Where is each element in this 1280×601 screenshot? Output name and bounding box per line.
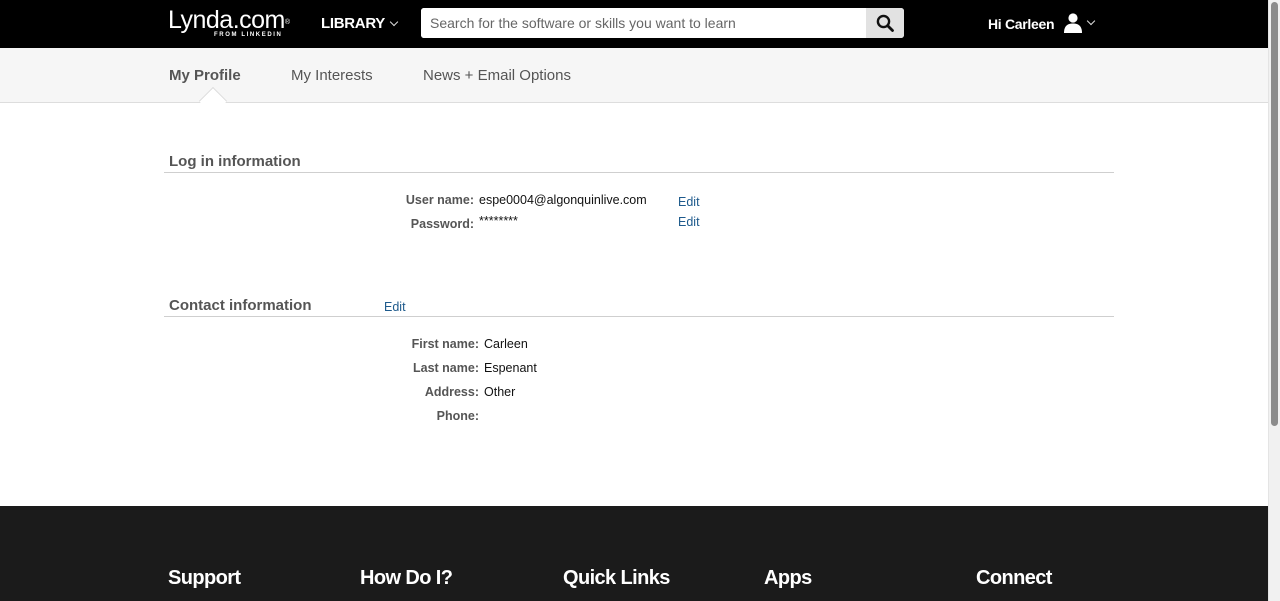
login-section-title: Log in information <box>169 153 301 170</box>
search-input[interactable] <box>421 8 866 38</box>
footer-heading-how-do-i[interactable]: How Do I? <box>360 567 453 590</box>
first-name-value: Carleen <box>484 337 528 351</box>
username-label: User name: <box>405 193 474 207</box>
section-divider <box>164 172 1114 173</box>
phone-label: Phone: <box>436 409 479 423</box>
edit-username-link[interactable]: Edit <box>678 195 700 209</box>
tab-news-email-options[interactable]: News + Email Options <box>423 67 571 84</box>
last-name-value: Espenant <box>484 361 537 375</box>
registered-mark: ® <box>284 19 290 26</box>
search-button[interactable] <box>866 8 904 38</box>
logo-text: Lynda.com <box>168 6 285 34</box>
contact-section-title: Contact information <box>169 297 312 314</box>
scrollbar-thumb[interactable] <box>1271 2 1278 426</box>
user-greeting[interactable]: Hi Carleen <box>988 16 1055 32</box>
edit-contact-link[interactable]: Edit <box>384 300 406 314</box>
profile-tabs: My Profile My Interests News + Email Opt… <box>0 48 1268 103</box>
user-account-menu[interactable] <box>1062 12 1096 34</box>
edit-password-link[interactable]: Edit <box>678 215 700 229</box>
address-value: Other <box>484 385 516 399</box>
password-value: ******** <box>479 214 518 228</box>
password-label: Password: <box>410 217 474 231</box>
footer-heading-quick-links[interactable]: Quick Links <box>563 567 670 590</box>
library-label: LIBRARY <box>321 15 386 32</box>
section-divider <box>164 316 1114 317</box>
last-name-label: Last name: <box>413 361 479 375</box>
logo-subtitle: FROM LINKEDIN <box>214 32 283 38</box>
chevron-down-icon <box>1086 16 1096 26</box>
footer-heading-connect[interactable]: Connect <box>976 567 1052 590</box>
footer-heading-support[interactable]: Support <box>168 567 241 590</box>
library-menu-button[interactable]: LIBRARY <box>321 15 399 32</box>
user-avatar-icon <box>1064 13 1082 33</box>
first-name-label: First name: <box>411 337 479 351</box>
tab-my-interests[interactable]: My Interests <box>291 67 373 84</box>
lynda-logo[interactable]: Lynda.com® FROM LINKEDIN <box>168 6 290 38</box>
site-footer: Support How Do I? Quick Links Apps Conne… <box>0 506 1268 601</box>
chevron-down-icon <box>389 17 399 26</box>
top-navbar: Lynda.com® FROM LINKEDIN LIBRARY Hi Carl… <box>0 0 1268 48</box>
username-value: espe0004@algonquinlive.com <box>479 193 647 207</box>
search-icon <box>876 14 894 32</box>
search-bar <box>421 8 904 38</box>
address-label: Address: <box>424 385 479 399</box>
footer-heading-apps[interactable]: Apps <box>764 567 812 590</box>
tab-my-profile[interactable]: My Profile <box>169 67 241 84</box>
page-scrollbar[interactable] <box>1268 0 1280 601</box>
